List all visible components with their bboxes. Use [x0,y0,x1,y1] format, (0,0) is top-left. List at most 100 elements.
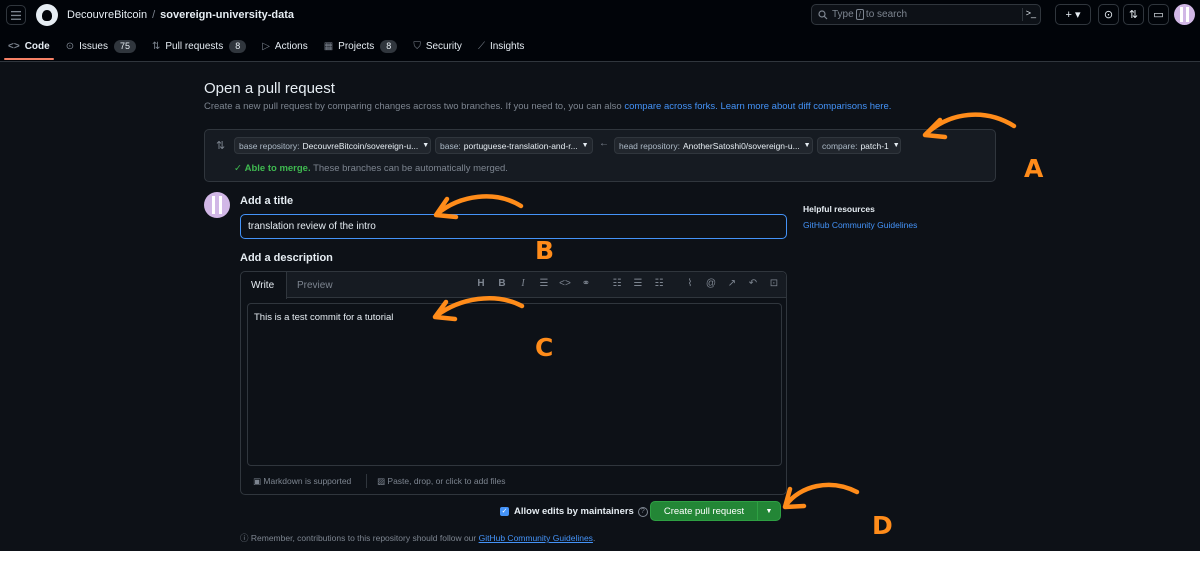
markdown-note[interactable]: ▣ Markdown is supported [253,476,351,487]
bold-icon[interactable]: B [495,278,509,289]
merge-status-message: These branches can be automatically merg… [313,163,508,174]
command-palette-icon[interactable]: >_ [1022,8,1036,21]
quote-icon[interactable]: ☰ [537,278,551,289]
issue-icon: ⊙ [65,40,75,52]
info-icon: ⓘ [240,533,251,543]
user-avatar[interactable] [1174,4,1195,25]
description-label: Add a description [240,252,333,264]
tab-preview[interactable]: Preview [287,272,343,299]
allow-edits-label: Allow edits by maintainers [514,506,634,517]
community-guidelines-link[interactable]: GitHub Community Guidelines [479,533,593,543]
breadcrumb-separator: / [152,9,156,21]
pull-request-icon: ⇅ [152,40,161,52]
reminder-text: Remember, contributions to this reposito… [250,533,477,543]
issues-count-badge: 75 [113,39,136,53]
subtitle-text: Create a new pull request by comparing c… [204,101,622,112]
chevron-down-icon: ▼ [581,142,589,149]
create-pull-request-button[interactable]: Create pull request [650,501,758,521]
editor-toolbar: Write Preview H B I ☰ <> ⚭ ☷ ☰ ☷ ⌇ @ ↗ ↶… [241,272,786,299]
unordered-list-icon[interactable]: ☰ [631,278,645,289]
attach-files-button[interactable]: ▨ Paste, drop, or click to add files [377,476,506,487]
tab-projects[interactable]: ▦ Projects 8 [316,35,406,57]
compare-arrows-icon: ⇅ [216,140,226,152]
sidebar-guidelines-link[interactable]: GitHub Community Guidelines [803,220,917,230]
owner-link[interactable]: DecouvreBitcoin [67,9,147,21]
ordered-list-icon[interactable]: ☷ [610,278,624,289]
inbox-button[interactable]: ▭ [1148,4,1169,25]
compare-box: ⇅ base repository: DecouvreBitcoin/sover… [204,129,996,182]
tab-write[interactable]: Write [241,272,287,299]
italic-icon[interactable]: I [516,278,530,289]
head-repository-value: AnotherSatoshi0/sovereign-u... [682,140,800,151]
top-header: DecouvreBitcoin / sovereign-university-dat… [0,0,1200,62]
shield-icon: ⛉ [413,40,421,52]
tab-actions[interactable]: ▷ Actions [254,35,316,57]
pull-requests-button[interactable]: ⇅ [1123,4,1144,25]
create-new-button[interactable]: + ▾ [1055,4,1091,25]
tab-issues[interactable]: ⊙ Issues 75 [58,35,144,57]
play-icon: ▷ [262,40,270,52]
checkbox-checked-icon[interactable]: ✓ [500,507,509,516]
repo-tabs: <> Code ⊙ Issues 75 ⇅ Pull requests 8 ▷ Action… [0,35,532,62]
head-repository-label: head repository: [619,140,680,151]
question-icon[interactable]: ? [637,506,648,517]
base-branch-label: base: [440,140,461,151]
base-branch-select[interactable]: base: portuguese-translation-and-r... ▼ [435,137,593,154]
github-logo-icon[interactable] [36,4,58,26]
projects-count-badge: 8 [380,39,398,53]
merge-status: ✓ Able to merge. These branches can be a… [234,163,508,174]
annotation-letter-c: C [535,333,554,362]
fullscreen-icon[interactable]: ⊡ [767,278,781,289]
attachment-icon[interactable]: ⌇ [683,278,697,289]
issues-button[interactable]: ⊙ [1098,4,1119,25]
tab-projects-label: Projects [338,40,375,52]
title-input[interactable] [240,214,787,239]
link-icon[interactable]: ⚭ [579,278,593,289]
task-list-icon[interactable]: ☷ [652,278,666,289]
check-icon: ✓ [234,163,242,174]
pull-request-icon: ⇅ [1128,9,1139,21]
base-repository-label: base repository: [239,140,300,151]
tab-insights-label: Insights [489,40,525,52]
compare-branch-select[interactable]: compare: patch-1 ▼ [817,137,901,154]
menu-button[interactable] [6,5,26,25]
compare-branch-label: compare: [822,140,858,151]
learn-more-link[interactable]: Learn more about diff comparisons here. [720,101,891,112]
app-window: DecouvreBitcoin / sovereign-university-dat… [0,0,1200,551]
mention-icon[interactable]: @ [704,278,718,289]
allow-edits-checkbox[interactable]: ✓ Allow edits by maintainers ? [500,506,648,517]
tab-insights[interactable]: ⟋ Insights [470,35,532,57]
reference-icon[interactable]: ↗ [725,278,739,289]
base-branch-value: portuguese-translation-and-r... [463,140,578,151]
tab-security-label: Security [425,40,462,52]
search-icon [818,9,828,19]
issue-icon: ⊙ [1103,9,1114,21]
undo-icon[interactable]: ↶ [746,278,760,289]
title-label: Add a title [240,195,294,207]
markdown-icon: ▣ [253,476,264,486]
tab-issues-label: Issues [79,40,108,52]
search-input[interactable]: Type / to search >_ [811,4,1041,25]
page-title: Open a pull request [204,80,335,97]
compare-forks-link[interactable]: compare across forks. [624,101,717,112]
tab-security[interactable]: ⛉ Security [405,35,470,57]
annotation-letter-a: A [1024,154,1044,183]
tab-code[interactable]: <> Code [0,35,58,57]
markdown-note-label: Markdown is supported [263,476,352,486]
create-options-dropdown[interactable]: ▼ [757,501,781,521]
table-icon: ▦ [323,40,334,52]
reminder-end: . [592,533,596,543]
description-textarea[interactable]: This is a test commit for a tutorial [247,303,782,466]
head-repository-select[interactable]: head repository: AnotherSatoshi0/soverei… [614,137,813,154]
chevron-down-icon: ▼ [765,507,773,515]
attach-files-label: Paste, drop, or click to add files [387,476,506,486]
heading-icon[interactable]: H [474,278,488,289]
code-icon[interactable]: <> [558,278,572,289]
tab-actions-label: Actions [274,40,308,52]
base-repository-select[interactable]: base repository: DecouvreBitcoin/soverei… [234,137,431,154]
code-icon: <> [8,40,20,52]
annotation-letter-b: B [535,236,555,265]
repo-link[interactable]: sovereign-university-data [160,9,294,21]
search-placeholder-prefix: Type [832,9,854,20]
tab-pull-requests[interactable]: ⇅ Pull requests 8 [144,35,254,57]
